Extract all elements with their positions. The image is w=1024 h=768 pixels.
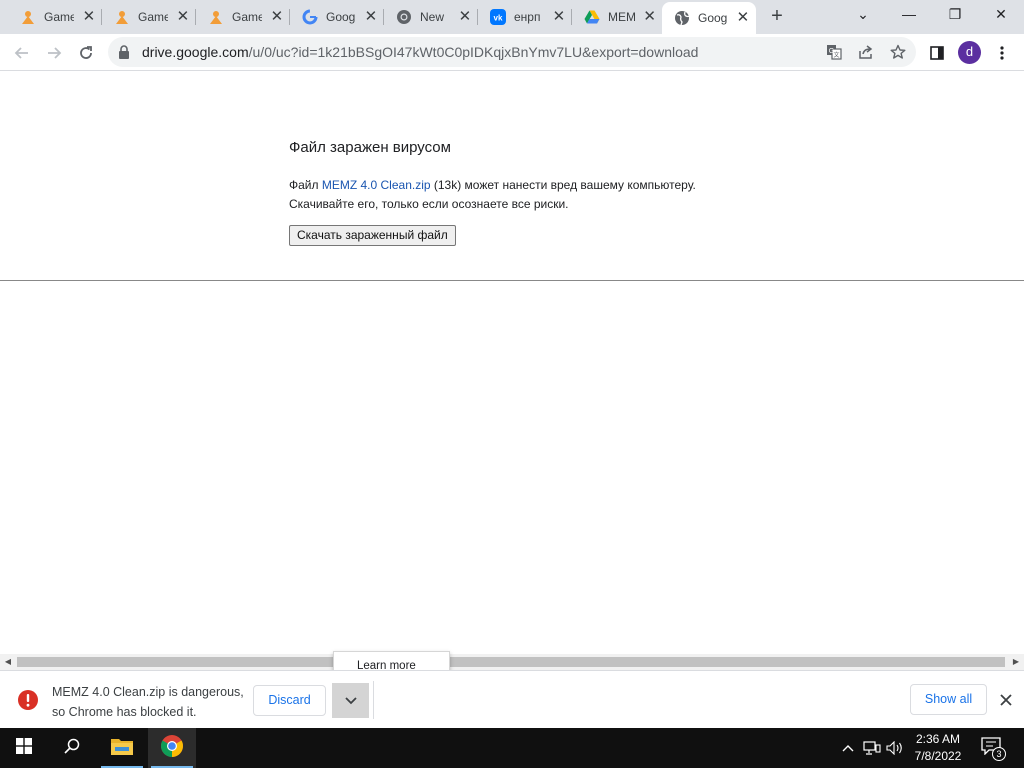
svg-text:文: 文 [833,51,839,59]
drive-icon [584,9,600,25]
close-window-button[interactable]: ✕ [978,0,1024,30]
share-icon[interactable] [857,43,875,61]
start-button[interactable] [0,728,48,768]
warning-line-2: Скачивайте его, только если осознаете вс… [289,197,569,211]
lock-icon[interactable] [118,45,130,64]
tab-close-icon[interactable]: ✕ [736,10,750,26]
url-host: drive.google.com [142,44,249,60]
scroll-right-icon[interactable]: ▶ [1011,657,1021,667]
tab-google-1[interactable]: Goog ✕ [290,0,384,34]
game-icon [114,9,130,25]
tab-title: енрп [514,10,541,24]
search-button[interactable] [48,728,96,768]
show-hidden-icons-chevron-icon[interactable] [838,738,858,758]
download-status-text: MEMZ 4.0 Clean.zip is dangerous, so Chro… [52,682,244,722]
minimize-button[interactable]: — [886,0,932,30]
danger-warning-icon [17,689,39,716]
virus-warning-message: Файл MEMZ 4.0 Clean.zip (13k) может нане… [289,176,696,214]
scroll-left-icon[interactable]: ◀ [3,657,13,667]
warning-line-1: Файл MEMZ 4.0 Clean.zip (13k) может нане… [289,176,696,195]
show-all-button[interactable]: Show all [910,684,987,715]
clock-time: 2:36 AM [915,732,961,746]
tab-title: Game [44,10,74,24]
notification-count-badge: 3 [992,747,1006,761]
tab-close-icon[interactable]: ✕ [270,9,284,25]
tab-game-3[interactable]: Game ✕ [196,0,290,34]
file-link[interactable]: MEMZ 4.0 Clean.zip [322,178,431,192]
divider [0,280,1024,281]
download-shelf: MEMZ 4.0 Clean.zip is dangerous, so Chro… [0,670,1024,728]
globe-icon [674,10,690,26]
warning-suffix: (13k) может нанести вред вашему компьюте… [430,178,696,192]
google-icon [302,9,318,25]
tab-strip: Game ✕ Game ✕ Game ✕ Goog ✕ New ✕ vk енр… [0,0,1024,34]
forward-icon[interactable] [40,39,68,67]
page-content: Файл заражен вирусом Файл MEMZ 4.0 Clean… [0,72,1024,654]
tab-title: Game [138,10,168,24]
volume-icon[interactable] [885,738,905,758]
scrollbar-thumb[interactable] [17,657,1005,667]
restore-button[interactable]: ❐ [932,0,978,30]
tab-game-2[interactable]: Game ✕ [102,0,196,34]
network-icon[interactable] [862,738,882,758]
tab-active-google[interactable]: Goog ✕ [662,2,756,34]
url-text: drive.google.com/u/0/uc?id=1k21bBSgOI47k… [142,44,698,60]
clock-date: 7/8/2022 [914,749,962,763]
tab-drive[interactable]: MEM ✕ [572,0,662,34]
tab-title: Goog [698,11,728,25]
tab-title: Goog [326,10,356,24]
windows-logo-icon [16,737,32,759]
action-center-button[interactable]: 3 [981,737,1007,761]
chevron-down-icon [344,692,357,710]
download-options-button[interactable] [332,683,369,718]
page-title: Файл заражен вирусом [289,139,451,156]
shelf-divider [373,681,374,719]
address-bar[interactable]: drive.google.com/u/0/uc?id=1k21bBSgOI47k… [108,37,916,67]
chrome-icon [396,9,412,25]
chrome-icon [160,734,184,763]
tab-title: New [420,10,445,24]
download-infected-file-button[interactable]: Скачать зараженный файл [289,225,456,246]
tab-close-icon[interactable]: ✕ [552,9,566,25]
folder-icon [110,736,134,761]
search-icon [64,738,80,759]
tab-vk[interactable]: vk енрп ✕ [478,0,572,34]
side-panel-icon[interactable] [923,39,951,67]
tab-close-icon[interactable]: ✕ [364,9,378,25]
tab-new-tab[interactable]: New ✕ [384,0,478,34]
svg-text:vk: vk [494,14,503,23]
bookmark-star-icon[interactable] [889,43,907,61]
warning-prefix: Файл [289,178,322,192]
back-icon[interactable] [8,39,36,67]
new-tab-button[interactable]: + [765,5,789,29]
horizontal-scrollbar[interactable]: ◀ ▶ [0,654,1024,670]
system-clock[interactable]: 2:36 AM 7/8/2022 [905,731,971,765]
browser-toolbar: drive.google.com/u/0/uc?id=1k21bBSgOI47k… [0,34,1024,71]
chrome-menu-icon[interactable] [988,39,1016,67]
download-status-line-2: so Chrome has blocked it. [52,705,197,719]
file-explorer-button[interactable] [98,728,146,768]
download-status-line-1: MEMZ 4.0 Clean.zip is dangerous, [52,685,244,699]
tab-close-icon[interactable]: ✕ [458,9,472,25]
tab-close-icon[interactable]: ✕ [176,9,190,25]
reload-icon[interactable] [72,39,100,67]
close-shelf-icon[interactable] [996,690,1016,710]
tab-title: MEM [608,10,636,24]
discard-button[interactable]: Discard [253,685,326,716]
game-icon [208,9,224,25]
translate-icon[interactable]: G文 [825,43,843,61]
tab-close-icon[interactable]: ✕ [82,9,96,25]
tab-search-icon[interactable]: ⌄ [840,0,886,30]
profile-avatar[interactable]: d [958,41,981,64]
tab-game-1[interactable]: Game ✕ [8,0,102,34]
windows-taskbar: 2:36 AM 7/8/2022 3 [0,728,1024,768]
chrome-taskbar-button[interactable] [148,728,196,768]
vk-icon: vk [490,9,506,25]
tab-title: Game [232,10,262,24]
url-path: /u/0/uc?id=1k21bBSgOI47kWt0C0pIDKqjxBnYm… [248,44,699,60]
game-icon [20,9,36,25]
tab-close-icon[interactable]: ✕ [643,9,656,25]
